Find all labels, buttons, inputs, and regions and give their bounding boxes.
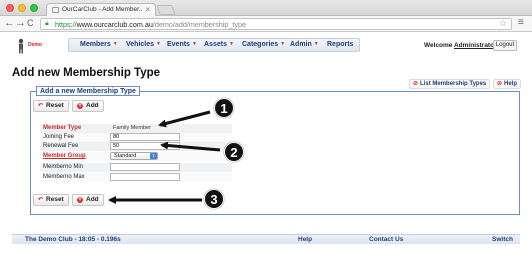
logo-figure-icon xyxy=(18,38,24,54)
forward-arrow-icon[interactable]: → xyxy=(15,17,26,29)
nav-label: Categories xyxy=(242,41,279,48)
nav-item-vehicles[interactable]: Vehicles ▼ xyxy=(126,41,161,48)
url-scheme: https:// xyxy=(55,20,77,29)
page-footer: The Demo Club - 18:05 - 0.196s Help Cont… xyxy=(12,234,520,244)
browser-menu-icon[interactable]: ≡ xyxy=(518,17,524,28)
address-bar[interactable]: 🔒︎ https://www.ourcarclub.com.au/demo/ad… xyxy=(40,18,512,30)
callout-2: 2 xyxy=(224,142,244,162)
close-window-button[interactable] xyxy=(6,4,14,12)
nav-item-admin[interactable]: Admin ▼ xyxy=(290,41,319,48)
maximize-window-button[interactable] xyxy=(30,4,38,12)
nav-label: Vehicles xyxy=(126,41,155,48)
browser-tab[interactable]: OurCarClub - Add Member... × xyxy=(46,3,156,16)
renewal-fee-input[interactable] xyxy=(110,142,180,150)
footer-contact-link[interactable]: Contact Us xyxy=(369,236,403,243)
tab-title: OurCarClub - Add Member... xyxy=(62,6,142,13)
caret-down-icon: ▼ xyxy=(313,41,319,47)
welcome-prefix: Welcome xyxy=(424,42,454,49)
browser-toolbar: ← → C 🔒︎ https://www.ourcarclub.com.au/d… xyxy=(0,16,532,32)
nav-label: Reports xyxy=(327,41,354,48)
add-label: Add xyxy=(86,196,99,203)
list-icon: ⊘ xyxy=(413,81,419,87)
add-button-bottom[interactable]: + Add xyxy=(72,194,104,206)
member-group-label[interactable]: Member Group xyxy=(43,153,86,159)
reset-button-top[interactable]: ↶ Reset xyxy=(33,100,69,112)
add-icon: + xyxy=(77,197,83,203)
reset-label: Reset xyxy=(46,102,64,109)
memberno-max-label: Memberno Max xyxy=(43,174,85,180)
nav-item-events[interactable]: Events ▼ xyxy=(167,41,197,48)
nav-label: Events xyxy=(167,41,190,48)
footer-help-link[interactable]: Help xyxy=(298,236,312,243)
row-member-type: Member Type Family Member xyxy=(40,124,232,133)
joining-fee-label: Joining Fee xyxy=(43,134,75,140)
callout-1: 1 xyxy=(214,98,234,118)
page-title: Add new Membership Type xyxy=(12,67,161,79)
row-memberno-max: Memberno Max xyxy=(40,173,232,182)
row-member-group: Member Group Standard ⇕ xyxy=(40,152,232,161)
reload-icon[interactable]: C xyxy=(27,18,34,28)
club-logo[interactable]: Demo xyxy=(16,38,46,54)
list-membership-types-link[interactable]: ⊘ List Membership Types xyxy=(409,79,491,89)
member-group-select[interactable]: Standard ⇕ xyxy=(110,152,158,160)
nav-label: Assets xyxy=(204,41,227,48)
logout-button[interactable]: Logout xyxy=(493,40,517,51)
welcome-text: Welcome Administrator xyxy=(424,42,497,49)
bookmark-star-icon[interactable]: ☆ xyxy=(499,18,507,29)
footer-club-info: The Demo Club - 18:05 - 0.196s xyxy=(25,236,121,243)
member-group-value: Standard xyxy=(114,153,137,159)
nav-item-reports[interactable]: Reports xyxy=(327,41,353,48)
nav-item-members[interactable]: Members ▼ xyxy=(80,41,118,48)
help-link-label: Help xyxy=(504,81,518,87)
member-type-label: Member Type xyxy=(43,125,82,131)
fieldset-legend: Add a new Membership Type xyxy=(36,86,140,96)
row-joining-fee: Joining Fee xyxy=(40,133,232,142)
add-label: Add xyxy=(86,102,99,109)
nav-item-categories[interactable]: Categories ▼ xyxy=(242,41,285,48)
nav-item-assets[interactable]: Assets ▼ xyxy=(204,41,234,48)
row-memberno-min: Memberno Min xyxy=(40,163,232,172)
nav-label: Admin xyxy=(290,41,312,48)
back-arrow-icon[interactable]: ← xyxy=(4,17,15,29)
page-icon xyxy=(52,7,59,13)
caret-down-icon: ▼ xyxy=(156,41,161,47)
reset-icon: ↶ xyxy=(38,103,44,109)
logo-text: Demo xyxy=(28,42,42,48)
add-icon: + xyxy=(77,103,83,109)
tab-close-icon[interactable]: × xyxy=(145,5,150,14)
callout-3: 3 xyxy=(204,189,224,209)
add-button-top[interactable]: + Add xyxy=(72,100,104,112)
browser-titlebar: OurCarClub - Add Member... × xyxy=(0,0,532,16)
caret-down-icon: ▼ xyxy=(112,41,118,47)
reset-label: Reset xyxy=(46,196,64,203)
memberno-min-input[interactable] xyxy=(110,163,180,171)
nav-label: Members xyxy=(80,41,111,48)
caret-down-icon: ▼ xyxy=(191,41,197,47)
reset-button-bottom[interactable]: ↶ Reset xyxy=(33,194,69,206)
url-text: https://www.ourcarclub.com.au/demo/add/m… xyxy=(55,20,246,29)
reset-icon: ↶ xyxy=(38,197,44,203)
help-icon: ⊘ xyxy=(497,81,503,87)
list-link-label: List Membership Types xyxy=(420,81,487,87)
minimize-window-button[interactable] xyxy=(18,4,26,12)
lock-icon: 🔒︎ xyxy=(45,20,49,27)
welcome-user-link[interactable]: Administrator xyxy=(454,42,497,49)
url-path: /demo/add/membership_type xyxy=(152,20,246,29)
row-renewal-fee: Renewal Fee xyxy=(40,142,232,151)
caret-down-icon: ▼ xyxy=(228,41,234,47)
memberno-min-label: Memberno Min xyxy=(43,164,84,170)
renewal-fee-label: Renewal Fee xyxy=(43,143,79,149)
url-host: www.ourcarclub.com.au xyxy=(76,20,153,29)
memberno-max-input[interactable] xyxy=(110,173,180,181)
main-nav: Members ▼ Vehicles ▼ Events ▼ Assets ▼ Categ… xyxy=(68,38,360,52)
caret-down-icon: ▼ xyxy=(280,41,286,47)
new-tab-button[interactable] xyxy=(156,5,176,15)
help-link[interactable]: ⊘ Help xyxy=(493,79,522,89)
footer-switch-link[interactable]: Switch xyxy=(492,236,513,243)
member-type-value[interactable]: Family Member xyxy=(113,125,151,131)
select-arrows-icon: ⇕ xyxy=(150,153,157,159)
joining-fee-input[interactable] xyxy=(110,133,180,141)
